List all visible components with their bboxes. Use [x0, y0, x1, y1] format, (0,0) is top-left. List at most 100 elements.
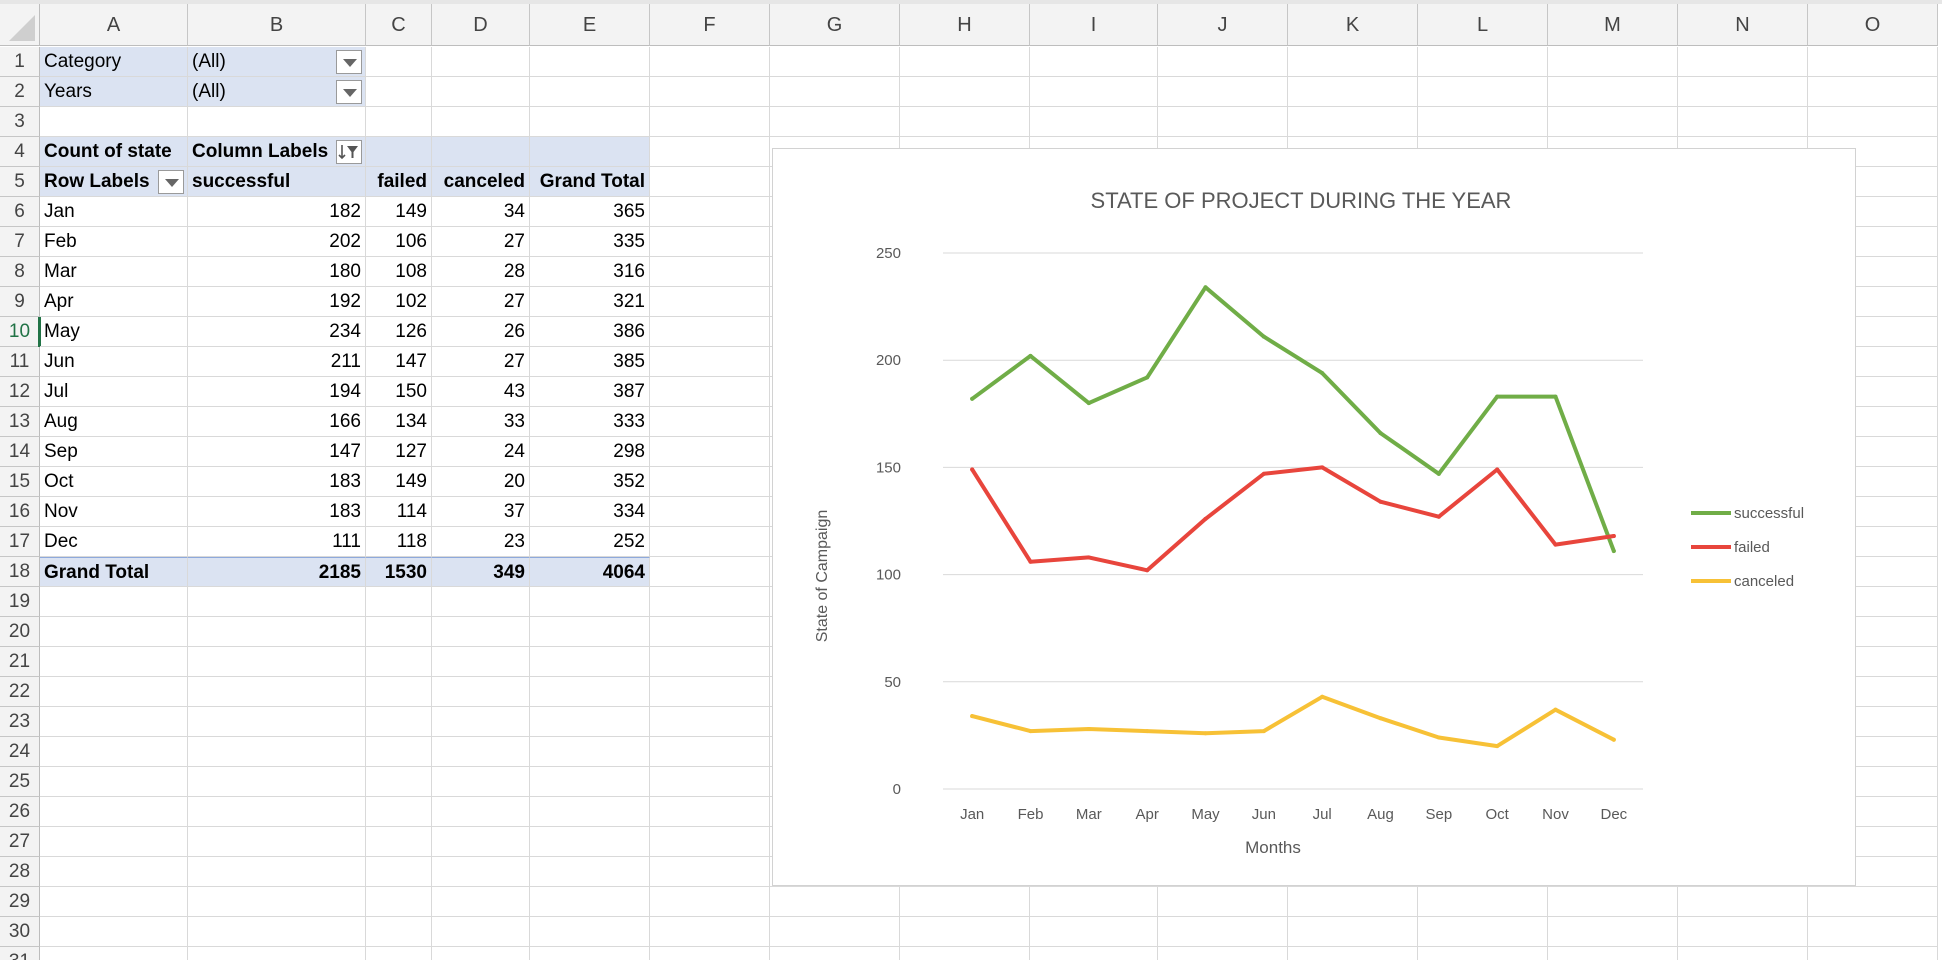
pivot-value[interactable]: 118: [366, 527, 432, 557]
cell[interactable]: [432, 77, 530, 107]
pivot-row-label[interactable]: Apr: [40, 287, 188, 317]
cell[interactable]: [366, 77, 432, 107]
pivot-value[interactable]: 352: [530, 467, 650, 497]
row-header-13[interactable]: 13: [0, 407, 40, 437]
column-header-e[interactable]: E: [530, 4, 650, 46]
cell[interactable]: [40, 737, 188, 767]
row-labels-dropdown-button[interactable]: [158, 170, 184, 194]
pivot-row-label[interactable]: Aug: [40, 407, 188, 437]
cell[interactable]: [530, 77, 650, 107]
pivot-row-label[interactable]: Feb: [40, 227, 188, 257]
pivot-row-label[interactable]: Sep: [40, 437, 188, 467]
pivot-grand-total[interactable]: 349: [432, 557, 530, 587]
pivot-value[interactable]: 134: [366, 407, 432, 437]
column-header-b[interactable]: B: [188, 4, 366, 46]
cell[interactable]: [40, 767, 188, 797]
cell[interactable]: [900, 917, 1030, 947]
cell[interactable]: [530, 647, 650, 677]
cell[interactable]: [1548, 47, 1678, 77]
cell[interactable]: [432, 617, 530, 647]
cell[interactable]: [1288, 947, 1418, 960]
cell[interactable]: [530, 587, 650, 617]
cell[interactable]: [1418, 77, 1548, 107]
pivot-value[interactable]: 335: [530, 227, 650, 257]
pivot-row-label[interactable]: Dec: [40, 527, 188, 557]
pivot-value[interactable]: 23: [432, 527, 530, 557]
cell[interactable]: [432, 707, 530, 737]
cell[interactable]: [1030, 77, 1158, 107]
pivot-value[interactable]: 147: [188, 437, 366, 467]
cell[interactable]: [1678, 47, 1808, 77]
column-header-l[interactable]: L: [1418, 4, 1548, 46]
cell[interactable]: [1678, 77, 1808, 107]
cell[interactable]: [40, 857, 188, 887]
cell[interactable]: [650, 107, 770, 137]
cell[interactable]: [366, 947, 432, 960]
cell[interactable]: [650, 917, 770, 947]
cell[interactable]: [650, 227, 770, 257]
pivot-row-label[interactable]: Nov: [40, 497, 188, 527]
cell[interactable]: [188, 947, 366, 960]
cell[interactable]: [650, 377, 770, 407]
cell[interactable]: [432, 887, 530, 917]
pivot-value[interactable]: 183: [188, 467, 366, 497]
pivot-row-label[interactable]: Jan: [40, 197, 188, 227]
pivot-row-label[interactable]: Oct: [40, 467, 188, 497]
cell[interactable]: [530, 947, 650, 960]
cell[interactable]: [650, 647, 770, 677]
cell[interactable]: [40, 647, 188, 677]
cell[interactable]: [188, 797, 366, 827]
cell[interactable]: [40, 947, 188, 960]
cell[interactable]: [40, 917, 188, 947]
cell[interactable]: [1678, 107, 1808, 137]
cell[interactable]: [1288, 917, 1418, 947]
pivot-value[interactable]: 126: [366, 317, 432, 347]
cell[interactable]: [1288, 77, 1418, 107]
cell[interactable]: [1808, 47, 1938, 77]
cell[interactable]: [650, 677, 770, 707]
row-header-22[interactable]: 22: [0, 677, 40, 707]
cell[interactable]: [432, 107, 530, 137]
row-header-29[interactable]: 29: [0, 887, 40, 917]
column-header-k[interactable]: K: [1288, 4, 1418, 46]
pivot-value[interactable]: 24: [432, 437, 530, 467]
cell[interactable]: [1158, 887, 1288, 917]
cell[interactable]: [1548, 947, 1678, 960]
pivot-value[interactable]: 182: [188, 197, 366, 227]
line-chart[interactable]: STATE OF PROJECT DURING THE YEAR 0 50 100 15…: [772, 148, 1856, 886]
pivot-value[interactable]: 149: [366, 467, 432, 497]
cell[interactable]: [1288, 887, 1418, 917]
cell[interactable]: [1158, 107, 1288, 137]
column-header-c[interactable]: C: [366, 4, 432, 46]
cell[interactable]: [366, 797, 432, 827]
row-header-24[interactable]: 24: [0, 737, 40, 767]
cell[interactable]: [1288, 47, 1418, 77]
pivot-grand-total[interactable]: 2185: [188, 557, 366, 587]
row-header-21[interactable]: 21: [0, 647, 40, 677]
cell[interactable]: [530, 797, 650, 827]
cell[interactable]: [650, 737, 770, 767]
cell[interactable]: [188, 107, 366, 137]
cell[interactable]: [432, 737, 530, 767]
row-header-5[interactable]: 5: [0, 167, 40, 197]
row-header-31[interactable]: 31: [0, 947, 40, 960]
row-header-18[interactable]: 18: [0, 557, 40, 587]
cell[interactable]: [40, 107, 188, 137]
column-header-j[interactable]: J: [1158, 4, 1288, 46]
row-header-7[interactable]: 7: [0, 227, 40, 257]
cell[interactable]: [188, 707, 366, 737]
cell[interactable]: [650, 347, 770, 377]
cell[interactable]: [40, 587, 188, 617]
pivot-value[interactable]: 166: [188, 407, 366, 437]
cell[interactable]: [1418, 917, 1548, 947]
pivot-value[interactable]: 37: [432, 497, 530, 527]
pivot-value[interactable]: 211: [188, 347, 366, 377]
row-header-9[interactable]: 9: [0, 287, 40, 317]
column-filter-button[interactable]: [336, 140, 362, 164]
pivot-value[interactable]: 334: [530, 497, 650, 527]
column-header-g[interactable]: G: [770, 4, 900, 46]
cell[interactable]: [432, 857, 530, 887]
cell[interactable]: [1418, 947, 1548, 960]
pivot-value[interactable]: 386: [530, 317, 650, 347]
cell[interactable]: [1418, 47, 1548, 77]
